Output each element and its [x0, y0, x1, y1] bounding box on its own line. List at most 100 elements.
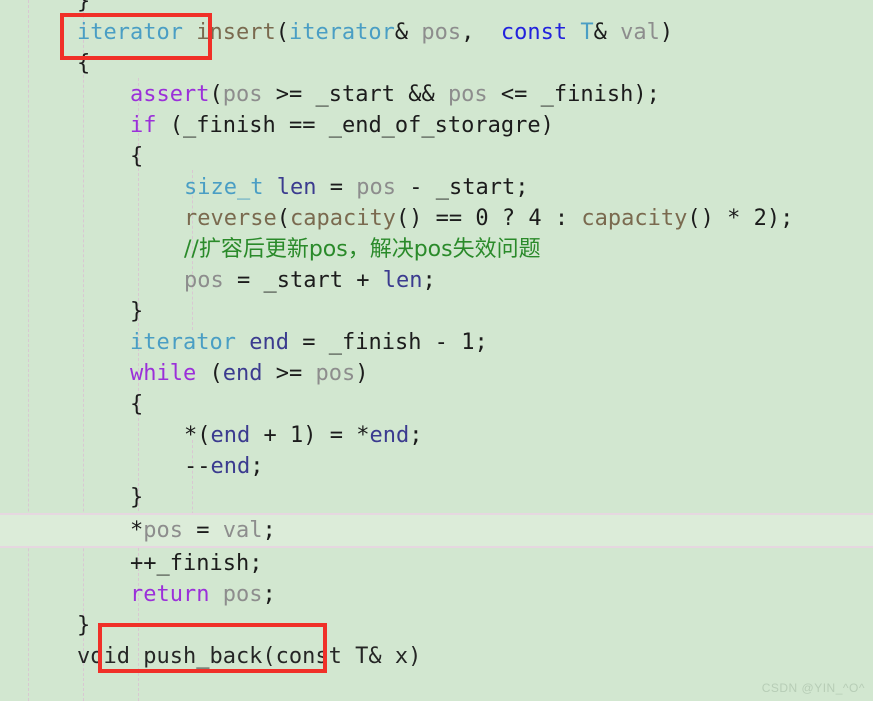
- code-token: reverse: [184, 206, 277, 231]
- code-line[interactable]: if (_finish == _end_of_storagre): [0, 110, 873, 141]
- code-token: end: [210, 423, 251, 448]
- code-line[interactable]: void push_back(const T& x): [0, 641, 873, 672]
- code-line-text: if (_finish == _end_of_storagre): [130, 113, 554, 138]
- code-token: -: [395, 175, 436, 200]
- code-line-text: void push_back(const T& x): [77, 644, 421, 669]
- code-line-text: iterator insert(iterator& pos, const T& …: [77, 20, 673, 45]
- code-line-text: ++_finish;: [130, 551, 262, 576]
- code-token: ++: [130, 551, 157, 576]
- code-token: size_t: [184, 175, 264, 200]
- code-line-text: size_t len = pos - _start;: [184, 175, 528, 200]
- code-token: const: [500, 20, 568, 45]
- code-token: ;: [249, 551, 263, 576]
- code-line[interactable]: --end;: [0, 451, 873, 482]
- code-token: }: [130, 299, 144, 324]
- code-line[interactable]: iterator insert(iterator& pos, const T& …: [0, 17, 873, 48]
- code-line-text: iterator end = _finish - 1;: [130, 330, 488, 355]
- code-token: ): [540, 113, 554, 138]
- code-line-text: reverse(capacity() == 0 ? 4 : capacity()…: [184, 206, 793, 231]
- code-line[interactable]: //扩容后更新pos，解决pos失效问题: [0, 234, 873, 265]
- code-token: iterator: [77, 20, 197, 45]
- code-line[interactable]: *(end + 1) = *end;: [0, 420, 873, 451]
- code-token: =: [316, 175, 357, 200]
- code-line-text: while (end >= pos): [130, 361, 368, 386]
- code-token: pos: [143, 518, 183, 543]
- code-line[interactable]: }: [0, 0, 873, 17]
- code-token: {: [130, 392, 144, 417]
- code-token: :: [541, 206, 582, 231]
- code-token: iterator: [130, 330, 236, 355]
- code-token: ;: [422, 268, 436, 293]
- code-line[interactable]: }: [0, 296, 873, 327]
- code-line-text: --end;: [184, 454, 264, 479]
- code-token: assert: [130, 82, 210, 107]
- code-editor-screenshot: } iterator insert(iterator& pos, const T&…: [0, 0, 873, 701]
- code-token: ): [659, 20, 674, 45]
- code-token: _end_of_storagre: [328, 113, 541, 138]
- code-token: ?: [488, 206, 529, 231]
- code-token: _start: [263, 268, 343, 293]
- code-line-text: *pos = val;: [130, 518, 276, 543]
- code-line[interactable]: size_t len = pos - _start;: [0, 172, 873, 203]
- code-token: pos: [421, 20, 462, 45]
- code-line[interactable]: {: [0, 389, 873, 420]
- code-token: 4: [528, 206, 542, 231]
- code-token: (: [209, 82, 223, 107]
- code-token: while: [130, 361, 197, 386]
- code-line[interactable]: }: [0, 482, 873, 513]
- code-line[interactable]: pos = _start + len;: [0, 265, 873, 296]
- code-token: ==: [275, 113, 329, 138]
- code-line[interactable]: reverse(capacity() == 0 ? 4 : capacity()…: [0, 203, 873, 234]
- code-token: pos: [222, 582, 263, 607]
- code-token: (): [395, 206, 423, 231]
- code-token: &: [593, 20, 621, 45]
- code-token: ;: [474, 330, 488, 355]
- code-line[interactable]: {: [0, 141, 873, 172]
- code-token: ;: [515, 175, 529, 200]
- code-token: ;: [262, 518, 276, 543]
- code-token: *: [713, 206, 754, 231]
- code-line-highlighted[interactable]: *pos = val;: [0, 513, 873, 548]
- code-line[interactable]: iterator end = _finish - 1;: [0, 327, 873, 358]
- code-token: end: [249, 330, 289, 355]
- code-line[interactable]: ++_finish;: [0, 548, 873, 579]
- code-token: capacity: [581, 206, 688, 231]
- code-token: ;: [250, 454, 264, 479]
- code-token: end: [210, 454, 251, 479]
- code-token: 1: [290, 423, 304, 448]
- code-line-text: return pos;: [130, 582, 276, 607]
- code-line-text: }: [77, 0, 90, 14]
- code-token: 0: [475, 206, 489, 231]
- code-token: _finish: [183, 113, 276, 138]
- code-line[interactable]: assert(pos >= _start && pos <= _finish);: [0, 79, 873, 110]
- code-token: capacity: [289, 206, 396, 231]
- code-token: ,: [461, 20, 501, 45]
- code-line[interactable]: }: [0, 610, 873, 641]
- code-token: );: [766, 206, 794, 231]
- code-token: ==: [422, 206, 476, 231]
- code-token: end: [369, 423, 410, 448]
- code-token: (): [687, 206, 714, 231]
- code-token: val: [620, 20, 660, 45]
- code-token: pos: [447, 82, 488, 107]
- code-token: end: [222, 361, 263, 386]
- code-token: ;: [262, 582, 276, 607]
- code-line[interactable]: {: [0, 48, 873, 79]
- code-token: ;: [409, 423, 423, 448]
- code-token: -: [421, 330, 462, 355]
- code-token: >=: [262, 82, 316, 107]
- code-line[interactable]: while (end >= pos): [0, 358, 873, 389]
- code-line-text: assert(pos >= _start && pos <= _finish);: [130, 82, 660, 107]
- code-token: (: [276, 206, 290, 231]
- code-token: iterator: [288, 20, 395, 45]
- code-token: =: [288, 330, 329, 355]
- code-token: 2: [753, 206, 767, 231]
- code-line[interactable]: return pos;: [0, 579, 873, 610]
- code-token: void push_back(const T& x): [77, 644, 422, 669]
- code-token: +: [250, 423, 290, 448]
- code-line-text: {: [130, 144, 143, 169]
- code-token: return: [130, 582, 210, 607]
- code-token: len: [382, 268, 423, 293]
